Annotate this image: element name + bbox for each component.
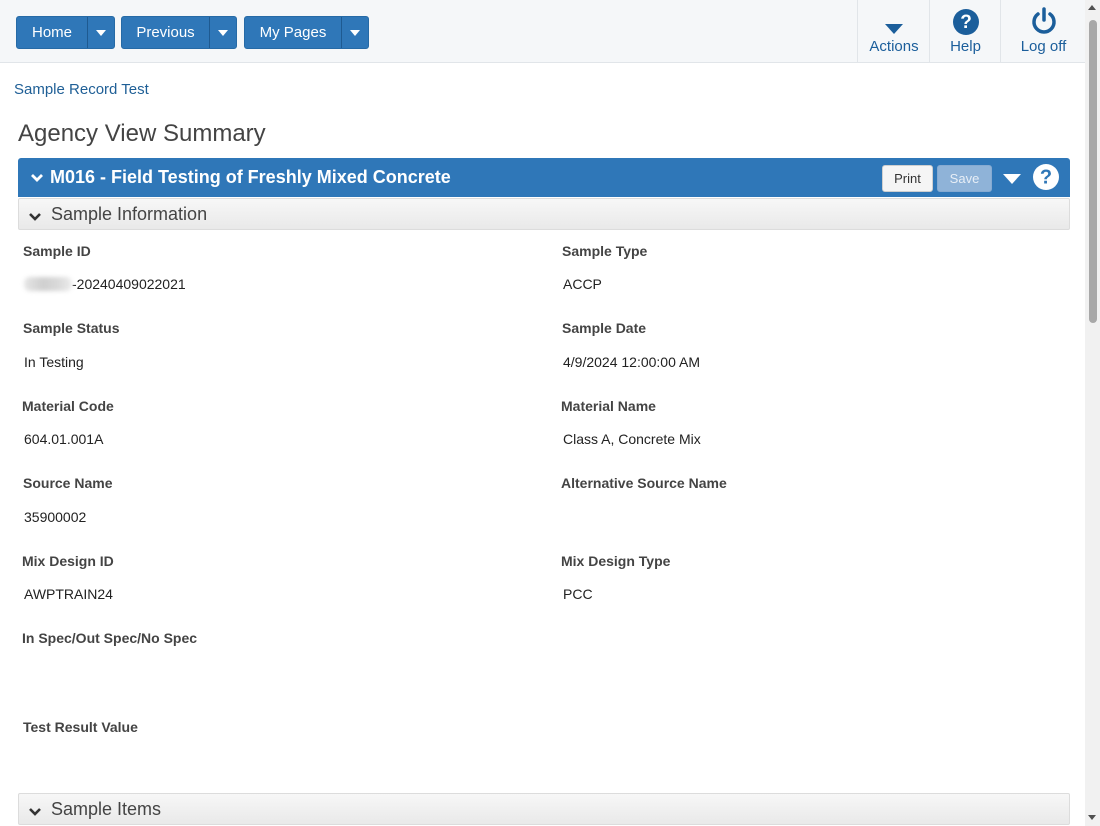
alternative-source-name-label: Alternative Source Name <box>561 475 727 491</box>
actions-caret-icon <box>884 0 904 36</box>
caret-down-icon <box>350 29 360 36</box>
home-button-group: Home <box>16 16 115 49</box>
power-icon <box>1029 0 1059 36</box>
actions-button[interactable]: Actions <box>857 0 930 62</box>
scrollbar-thumb[interactable] <box>1089 20 1097 323</box>
material-code-label: Material Code <box>22 398 114 414</box>
chevron-down-icon <box>28 209 42 227</box>
source-name-value: 35900002 <box>24 509 87 525</box>
home-dropdown-button[interactable] <box>87 17 114 48</box>
section-title: Sample Information <box>51 204 208 224</box>
caret-down-icon <box>96 29 106 36</box>
log-off-button[interactable]: Log off <box>1000 0 1086 62</box>
panel-help-icon[interactable]: ? <box>1032 163 1060 196</box>
panel-header[interactable]: M016 - Field Testing of Freshly Mixed Co… <box>18 158 1070 197</box>
help-button[interactable]: ? Help <box>929 0 1001 62</box>
page-title: Agency View Summary <box>18 120 266 147</box>
source-name-label: Source Name <box>23 475 113 491</box>
top-navigation-bar: Home Previous My Pages Actions ? Help Lo… <box>0 0 1085 63</box>
breadcrumb-link[interactable]: Sample Record Test <box>14 81 149 98</box>
sample-type-value: ACCP <box>563 276 602 292</box>
caret-down-icon <box>218 29 228 36</box>
material-name-value: Class A, Concrete Mix <box>563 431 701 447</box>
material-name-label: Material Name <box>561 398 656 414</box>
svg-text:?: ? <box>960 12 972 33</box>
spec-status-label: In Spec/Out Spec/No Spec <box>22 630 198 646</box>
help-icon: ? <box>952 0 980 36</box>
vertical-scrollbar[interactable] <box>1085 0 1100 826</box>
panel-title: M016 - Field Testing of Freshly Mixed Co… <box>50 167 451 187</box>
mix-design-type-label: Mix Design Type <box>561 553 671 569</box>
sample-date-value: 4/9/2024 12:00:00 AM <box>563 354 700 370</box>
scroll-down-icon[interactable] <box>1088 815 1096 820</box>
material-code-value: 604.01.001A <box>24 431 104 447</box>
log-off-label: Log off <box>1020 38 1067 55</box>
my-pages-button[interactable]: My Pages <box>245 17 341 48</box>
chevron-down-icon[interactable] <box>30 170 44 188</box>
actions-label: Actions <box>869 38 919 55</box>
test-result-value-label: Test Result Value <box>23 719 138 735</box>
sample-id-text: -20240409022021 <box>72 276 186 292</box>
home-button[interactable]: Home <box>17 17 87 48</box>
previous-dropdown-button[interactable] <box>209 17 236 48</box>
redacted-prefix <box>24 277 72 291</box>
sample-id-label: Sample ID <box>23 243 91 259</box>
sample-information-header[interactable]: Sample Information <box>18 198 1070 230</box>
previous-button-group: Previous <box>121 16 237 49</box>
sample-items-header[interactable]: Sample Items <box>18 793 1070 825</box>
previous-button[interactable]: Previous <box>122 17 209 48</box>
chevron-down-icon <box>28 804 42 822</box>
panel-menu-caret-icon[interactable] <box>1003 174 1021 184</box>
sample-id-value: -20240409022021 <box>24 276 186 292</box>
sample-date-label: Sample Date <box>562 320 647 336</box>
scroll-up-icon[interactable] <box>1088 5 1096 10</box>
mix-design-type-value: PCC <box>563 586 593 602</box>
my-pages-button-group: My Pages <box>244 16 369 49</box>
help-label: Help <box>950 38 981 55</box>
section-title: Sample Items <box>51 799 162 819</box>
mix-design-id-label: Mix Design ID <box>22 553 114 569</box>
mix-design-id-value: AWPTRAIN24 <box>24 586 113 602</box>
sample-status-label: Sample Status <box>23 320 120 336</box>
sample-status-value: In Testing <box>24 354 84 370</box>
save-button[interactable]: Save <box>937 165 992 192</box>
svg-text:?: ? <box>1040 167 1052 189</box>
print-button[interactable]: Print <box>882 165 933 192</box>
sample-type-label: Sample Type <box>562 243 648 259</box>
my-pages-dropdown-button[interactable] <box>341 17 368 48</box>
